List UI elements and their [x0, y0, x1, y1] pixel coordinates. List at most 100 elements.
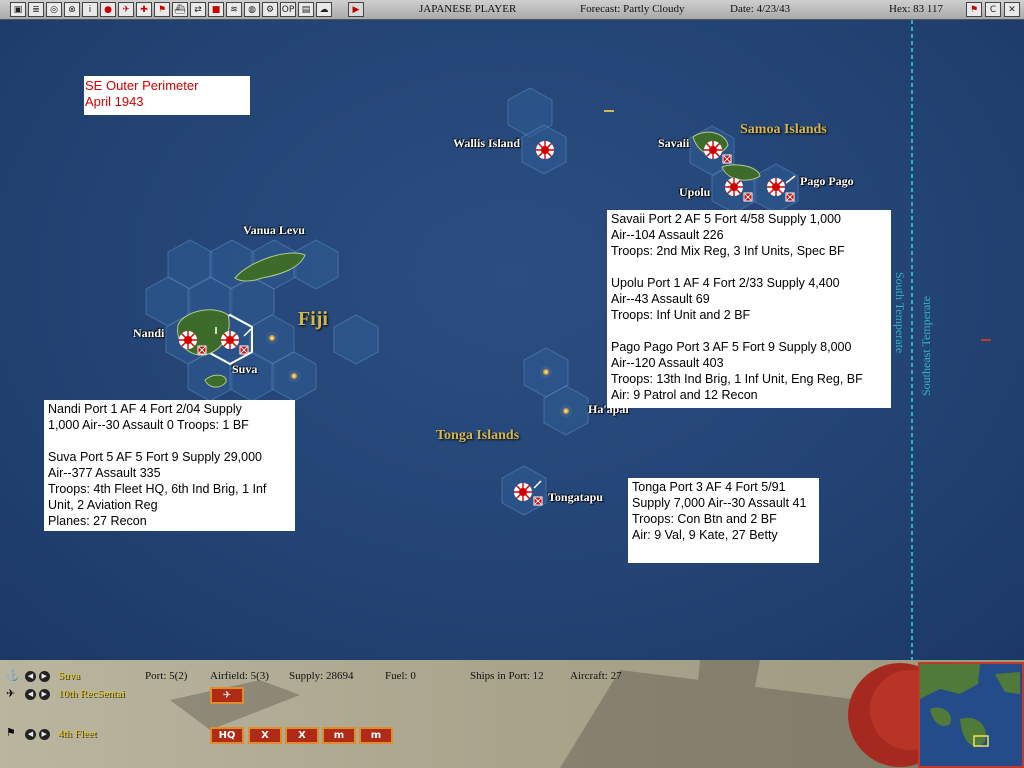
land-unit-button[interactable]: X — [248, 727, 282, 744]
prev-base-arrow-icon[interactable]: ◀ — [25, 670, 36, 682]
note-line: Unit, 2 Aviation Reg — [48, 498, 158, 512]
minimap-land — [920, 664, 1020, 747]
restart-icon[interactable]: C — [985, 2, 1001, 17]
air-unit-nav-arrows[interactable]: ◀ ▶ — [25, 687, 50, 700]
hq-flag-icon: ⚑ — [6, 727, 16, 739]
note-line: Troops: 2nd Mix Reg, 3 Inf Units, Spec B… — [611, 244, 845, 258]
target-icon[interactable]: ◎ — [46, 2, 62, 17]
ships-in-port-value[interactable]: Ships in Port: 12 — [470, 670, 544, 682]
scenario-title-box: SE Outer Perimeter April 1943 — [84, 76, 250, 115]
scenario-title: SE Outer Perimeter — [85, 78, 199, 93]
label-nandi: Nandi — [133, 326, 165, 340]
note-line: 1,000 Air--30 Assault 0 Troops: 1 BF — [48, 418, 249, 432]
fuel-value: Fuel: 0 — [385, 670, 416, 682]
note-fiji: Nandi Port 1 AF 4 Fort 2/04 Supply 1,000… — [44, 400, 295, 531]
hex-label: Hex: 83 117 — [889, 3, 943, 15]
land-unit-button[interactable]: m — [359, 727, 393, 744]
note-line: Air: 9 Patrol and 12 Recon — [611, 388, 758, 402]
map-icon[interactable]: ■ — [208, 2, 224, 17]
supply-value: Supply: 28694 — [289, 670, 354, 682]
note-line: Air--377 Assault 335 — [48, 466, 161, 480]
label-pago-pago: Pago Pago — [800, 174, 854, 188]
play-icon[interactable]: ▶ — [348, 2, 364, 17]
note-line: Troops: Con Btn and 2 BF — [632, 512, 777, 526]
land-unit-button[interactable]: m — [322, 727, 356, 744]
globe-icon[interactable]: ◍ — [244, 2, 260, 17]
next-base-arrow-icon[interactable]: ▶ — [38, 670, 50, 682]
port-value: Port: 5(2) — [145, 670, 188, 682]
flag-red-icon[interactable]: ● — [100, 2, 116, 17]
land-unit-button[interactable]: X — [285, 727, 319, 744]
label-samoa-islands: Samoa Islands — [740, 122, 827, 137]
note-line: Air--43 Assault 69 — [611, 292, 710, 306]
label-wallis-island: Wallis Island — [453, 136, 521, 150]
base-nav-arrows[interactable]: ◀ ▶ — [25, 669, 50, 682]
flag-menu-icon[interactable]: ⚑ — [966, 2, 982, 17]
note-line: Upolu Port 1 AF 4 Fort 2/33 Supply 4,400 — [611, 276, 840, 290]
base-name[interactable]: Suva — [58, 670, 80, 682]
note-line: Troops: 13th Ind Brig, 1 Inf Unit, Eng R… — [611, 372, 863, 386]
op-icon[interactable]: OP — [280, 2, 296, 17]
note-line: Planes: 27 Recon — [48, 514, 147, 528]
anchor-icon: ⚓ — [6, 670, 20, 682]
note-line: Nandi Port 1 AF 4 Fort 2/04 Supply — [48, 402, 242, 416]
label-southeast-temperate: Southeast Temperate — [919, 296, 933, 396]
note-line: Air: 9 Val, 9 Kate, 27 Betty — [632, 528, 778, 542]
hq-unit-name[interactable]: 4th Fleet — [58, 728, 97, 740]
forecast-label: Forecast: Partly Cloudy — [580, 3, 685, 15]
base-info-panel: ⚓ ◀ ▶ Suva Port: 5(2) Airfield: 5(3) Sup… — [0, 660, 1024, 768]
scenario-date: April 1943 — [85, 94, 144, 109]
note-line: Supply 7,000 Air--30 Assault 41 — [632, 496, 807, 510]
label-tonga-islands: Tonga Islands — [436, 428, 520, 443]
window-controls: ⚑ C ✕ — [966, 2, 1020, 17]
prev-hq-arrow-icon[interactable]: ◀ — [25, 728, 36, 740]
ship-icon[interactable]: ⛴ — [172, 2, 188, 17]
next-hq-arrow-icon[interactable]: ▶ — [38, 728, 50, 740]
flag-icon[interactable]: ⚑ — [154, 2, 170, 17]
top-toolbar: ▣ ≣ ◎ ⊗ i ● ✈ ✚ ⚑ ⛴ ⇄ ■ ≋ ◍ ⚙ OP ▤ ☁ ▶ J… — [0, 0, 1024, 20]
air-unit-name[interactable]: 10th RecSentai — [58, 688, 125, 700]
plane-alt-icon[interactable]: ✚ — [136, 2, 152, 17]
note-line: Troops: 4th Fleet HQ, 6th Ind Brig, 1 In… — [48, 482, 267, 496]
save-icon[interactable]: ▣ — [10, 2, 26, 17]
player-label: JAPANESE PLAYER — [419, 3, 517, 15]
note-line: Tonga Port 3 AF 4 Fort 5/91 — [632, 480, 786, 494]
label-suva: Suva — [232, 362, 258, 376]
label-upolu: Upolu — [679, 185, 711, 199]
plane-icon[interactable]: ✈ — [118, 2, 134, 17]
note-line: Pago Pago Port 3 AF 5 Fort 9 Supply 8,00… — [611, 340, 852, 354]
list-icon[interactable]: ≣ — [28, 2, 44, 17]
note-line: Suva Port 5 AF 5 Fort 9 Supply 29,000 — [48, 450, 263, 464]
next-air-unit-arrow-icon[interactable]: ▶ — [38, 688, 50, 700]
clipboard-icon[interactable]: ▤ — [298, 2, 314, 17]
air-unit-icon: ✈ — [6, 688, 16, 700]
group-icon[interactable]: ⊗ — [64, 2, 80, 17]
info-icon[interactable]: i — [82, 2, 98, 17]
note-line: Troops: Inf Unit and 2 BF — [611, 308, 751, 322]
label-tongatapu: Tongatapu — [548, 490, 603, 504]
label-savaii: Savaii — [658, 136, 690, 150]
fleet-icon[interactable]: ≋ — [226, 2, 242, 17]
strategic-minimap[interactable] — [918, 662, 1024, 768]
prev-air-unit-arrow-icon[interactable]: ◀ — [25, 688, 36, 700]
label-fiji: Fiji — [298, 308, 328, 330]
map-view[interactable]: SE Outer Perimeter April 1943 Wallis Isl… — [0, 20, 1024, 660]
note-line: Air--104 Assault 226 — [611, 228, 724, 242]
swap-icon[interactable]: ⇄ — [190, 2, 206, 17]
note-samoa: Savaii Port 2 AF 5 Fort 4/58 Supply 1,00… — [607, 210, 891, 408]
date-label: Date: 4/23/43 — [730, 3, 791, 15]
note-line: Air--120 Assault 403 — [611, 356, 724, 370]
close-icon[interactable]: ✕ — [1004, 2, 1020, 17]
airfield-value: Airfield: 5(3) — [210, 670, 269, 682]
toolbar-icons: ▣ ≣ ◎ ⊗ i ● ✈ ✚ ⚑ ⛴ ⇄ ■ ≋ ◍ ⚙ OP ▤ ☁ ▶ — [10, 2, 364, 17]
note-line: Savaii Port 2 AF 5 Fort 4/58 Supply 1,00… — [611, 212, 841, 226]
aircraft-value[interactable]: Aircraft: 27 — [570, 670, 622, 682]
cloud-icon[interactable]: ☁ — [316, 2, 332, 17]
label-south-temperate: South Temperate — [893, 272, 907, 354]
air-unit-button[interactable]: ✈ — [210, 687, 244, 704]
hq-nav-arrows[interactable]: ◀ ▶ — [25, 727, 50, 740]
gear-icon[interactable]: ⚙ — [262, 2, 278, 17]
hq-unit-button[interactable]: HQ — [210, 727, 244, 744]
note-tonga: Tonga Port 3 AF 4 Fort 5/91 Supply 7,000… — [628, 478, 819, 563]
label-vanua-levu: Vanua Levu — [243, 223, 305, 237]
